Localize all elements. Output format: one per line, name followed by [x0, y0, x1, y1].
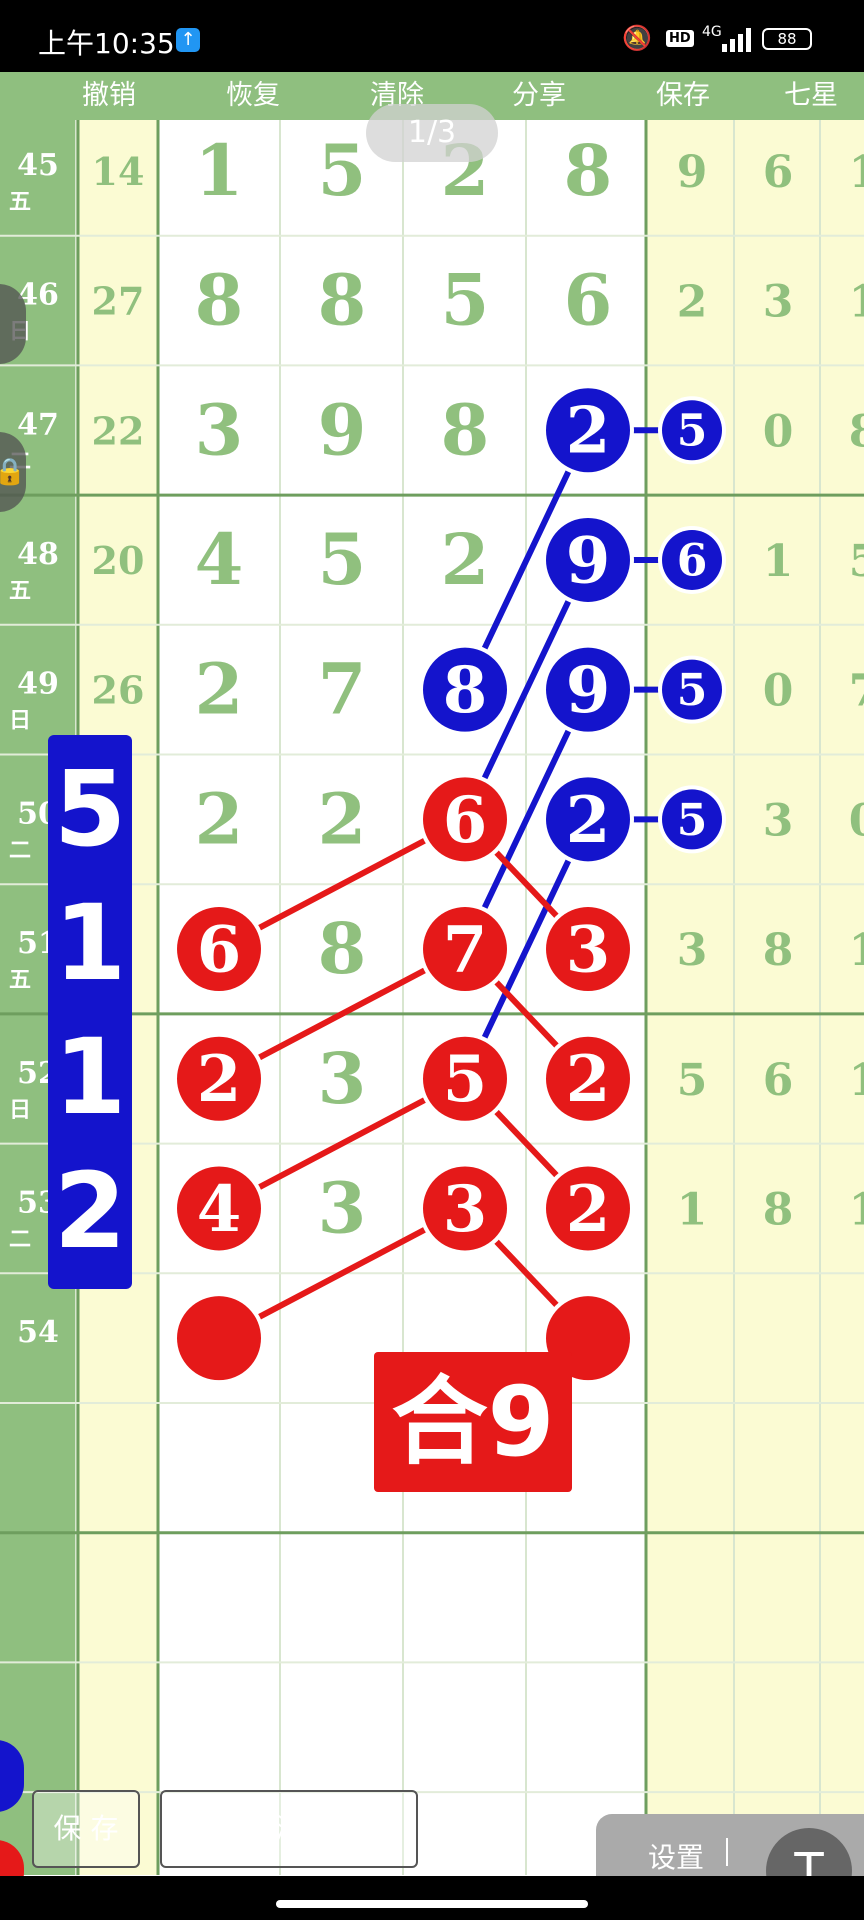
status-bar: 上午10:35 ↑ 🔕 HD 4G 88 — [0, 0, 864, 72]
mute-icon: 🔕 — [622, 24, 652, 52]
blue-ball-value: 9 — [566, 653, 611, 728]
lock-icon[interactable]: 🔒 — [0, 432, 26, 512]
battery-level: 88 — [777, 30, 797, 48]
side-blue-ball-value: 5 — [677, 665, 708, 716]
red-ball-value: 6 — [443, 783, 488, 858]
side-blue-ball-value: 5 — [677, 795, 708, 846]
red-ball — [177, 1296, 261, 1381]
blue-ball-value: 8 — [443, 653, 488, 728]
pager-label: 1/3 — [407, 115, 457, 150]
red-ball-value: 7 — [443, 912, 488, 987]
red-ball-value: 5 — [443, 1042, 488, 1117]
side-blue-ball-value: 5 — [677, 406, 708, 457]
signal-icon — [722, 28, 752, 52]
prediction-digit: 2 — [53, 1150, 127, 1272]
undo-button[interactable]: 撤销 — [82, 72, 136, 120]
sum-label-text: 合9 — [391, 1366, 555, 1478]
red-ball-value: 3 — [566, 912, 611, 987]
network-label: 4G — [702, 24, 722, 40]
pager-indicator: 1/3 — [366, 104, 498, 162]
upload-icon: ↑ — [176, 28, 200, 52]
blue-ball-value: 2 — [566, 394, 611, 469]
sum-label: 合9 — [374, 1352, 572, 1492]
red-ball-value: 6 — [197, 912, 242, 987]
save-toolbar-button[interactable]: 保存 — [656, 72, 710, 120]
navigation-bar — [0, 1876, 864, 1920]
prediction-label: 5 1 1 2 — [48, 735, 132, 1289]
red-ball-value: 3 — [443, 1172, 488, 1247]
hd-badge: HD — [666, 30, 694, 47]
redo-button[interactable]: 恢复 — [226, 72, 280, 120]
prediction-digit: 1 — [53, 882, 127, 1004]
lottery-type-menu[interactable]: 七星彩 — [784, 72, 864, 159]
balls: 2 9 8 9 2 5 6 5 5 6 6 7 3 2 5 2 4 3 2 — [173, 384, 726, 1385]
status-time: 上午10:35 — [38, 27, 175, 60]
blue-ball-value: 2 — [566, 783, 611, 858]
red-ball-value: 4 — [197, 1172, 242, 1247]
share-button[interactable]: 分享 — [512, 72, 566, 120]
prediction-digit: 1 — [53, 1016, 127, 1138]
red-ball-value: 2 — [197, 1042, 242, 1117]
side-blue-ball-value: 6 — [677, 535, 708, 586]
settings-divider — [726, 1838, 728, 1866]
save-button[interactable]: 保 存 — [32, 1790, 140, 1868]
prediction-digit: 5 — [53, 748, 127, 870]
blue-ball-value: 9 — [566, 523, 611, 598]
battery-icon: 88 — [762, 28, 812, 50]
red-ball-value: 2 — [566, 1042, 611, 1117]
settings-button[interactable]: 设置 — [648, 1836, 704, 1876]
red-ball-value: 2 — [566, 1172, 611, 1247]
home-indicator[interactable] — [276, 1900, 588, 1908]
view-original-button[interactable]: 点我看清晰原图 — [160, 1790, 418, 1868]
